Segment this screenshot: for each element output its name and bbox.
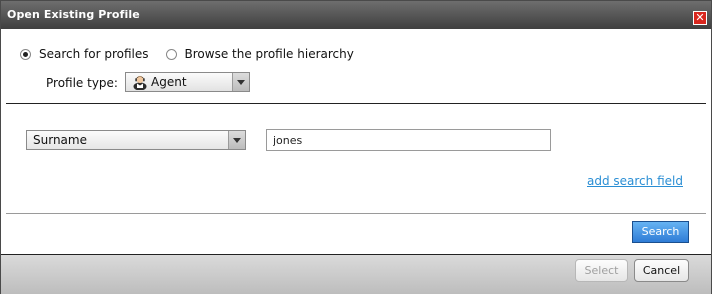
chevron-down-icon[interactable]: [232, 73, 249, 91]
search-field-value: Surname: [33, 133, 87, 147]
select-button[interactable]: Select: [575, 259, 628, 282]
search-for-profiles-radio[interactable]: [20, 48, 31, 60]
cancel-button[interactable]: Cancel: [634, 259, 689, 282]
profile-type-select[interactable]: Agent: [125, 72, 250, 92]
dialog-titlebar[interactable]: Open Existing Profile ✕: [1, 1, 711, 29]
search-field-select[interactable]: Surname: [26, 130, 246, 150]
search-value-input[interactable]: [266, 129, 551, 151]
search-button[interactable]: Search: [632, 221, 689, 243]
agent-person-icon: [133, 75, 147, 90]
dialog-title: Open Existing Profile: [7, 8, 140, 21]
section-divider: [6, 103, 706, 104]
profile-type-value: Agent: [151, 75, 187, 89]
search-mode-group: Search for profiles Browse the profile h…: [20, 47, 354, 61]
search-for-profiles-label[interactable]: Search for profiles: [39, 47, 149, 61]
dialog-footer: Select Cancel: [1, 254, 711, 294]
browse-hierarchy-radio[interactable]: [165, 48, 177, 60]
profile-type-label: Profile type:: [46, 76, 118, 90]
chevron-down-icon[interactable]: [228, 131, 245, 149]
close-icon[interactable]: ✕: [693, 11, 707, 25]
section-divider: [6, 213, 706, 214]
browse-hierarchy-label[interactable]: Browse the profile hierarchy: [185, 47, 354, 61]
open-profile-dialog: Open Existing Profile ✕ Search for profi…: [0, 0, 712, 294]
add-search-field-link[interactable]: add search field: [587, 174, 683, 188]
